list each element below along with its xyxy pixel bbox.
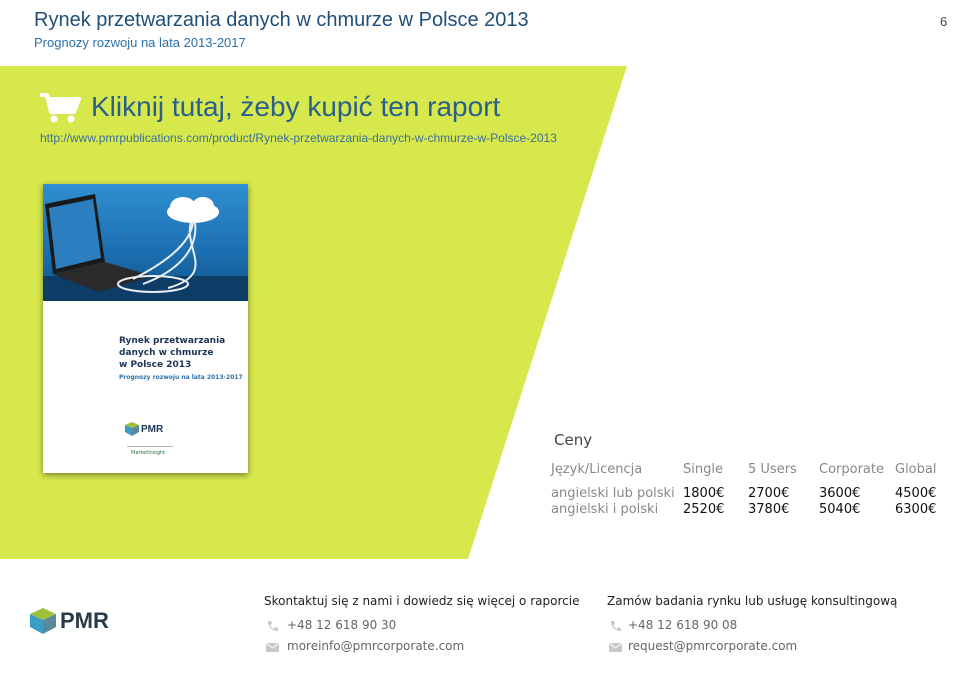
row-label-en-or-pl: angielski lub polski (551, 486, 675, 501)
contact-heading-report: Skontaktuj się z nami i dowiedz się więc… (264, 594, 580, 608)
phone-number[interactable]: +48 12 618 90 08 (628, 618, 737, 632)
product-url-link[interactable]: http://www.pmrpublications.com/product/R… (40, 131, 557, 145)
cover-title: Rynek przetwarzania danych w chmurze w P… (119, 336, 226, 370)
report-cover: Rynek przetwarzania danych w chmurze w P… (43, 184, 248, 473)
email-link[interactable]: moreinfo@pmrcorporate.com (287, 639, 464, 653)
phone-number[interactable]: +48 12 618 90 30 (287, 618, 396, 632)
pmr-cube-icon (125, 422, 139, 436)
price-cell: 5040€ (819, 502, 861, 517)
cover-partner-logo: MarketInsight (131, 450, 166, 456)
pmr-logo-text: PMR (60, 608, 109, 633)
prices-heading: Ceny (554, 431, 593, 449)
footer (0, 559, 960, 679)
price-cell: 2700€ (748, 486, 790, 501)
column-header-5users: 5 Users (748, 462, 797, 477)
cover-photo (43, 184, 248, 301)
cover-subtitle: Prognozy rozwoju na lata 2013-2017 (119, 374, 243, 381)
price-cell: 6300€ (895, 502, 937, 517)
buy-report-link[interactable]: Kliknij tutaj, żeby kupić ten raport (91, 91, 500, 123)
price-cell: 3600€ (819, 486, 861, 501)
column-header-language: Język/Licencja (551, 462, 643, 477)
price-cell: 3780€ (748, 502, 790, 517)
row-label-en-and-pl: angielski i polski (551, 502, 659, 517)
laptop-cloud-illustration (43, 194, 248, 301)
page-number: 6 (940, 14, 948, 29)
cover-divider (127, 446, 173, 447)
price-cell: 4500€ (895, 486, 937, 501)
cover-logo-text: PMR (141, 424, 164, 435)
email-icon (609, 643, 622, 652)
email-icon (266, 643, 279, 652)
price-cell: 2520€ (683, 502, 725, 517)
price-cell: 1800€ (683, 486, 725, 501)
column-header-corporate: Corporate (819, 462, 884, 477)
page-title: Rynek przetwarzania danych w chmurze w P… (34, 9, 529, 31)
column-header-global: Global (895, 462, 937, 477)
column-header-single: Single (683, 462, 723, 477)
contact-heading-research: Zamów badania rynku lub usługę konsultin… (607, 594, 898, 608)
pmr-logo-icon (30, 608, 56, 634)
phone-icon (611, 621, 621, 631)
page-subtitle: Prognozy rozwoju na lata 2013-2017 (34, 35, 246, 50)
shopping-cart-icon[interactable] (40, 92, 82, 124)
phone-icon (268, 621, 278, 631)
email-link[interactable]: request@pmrcorporate.com (628, 639, 797, 653)
